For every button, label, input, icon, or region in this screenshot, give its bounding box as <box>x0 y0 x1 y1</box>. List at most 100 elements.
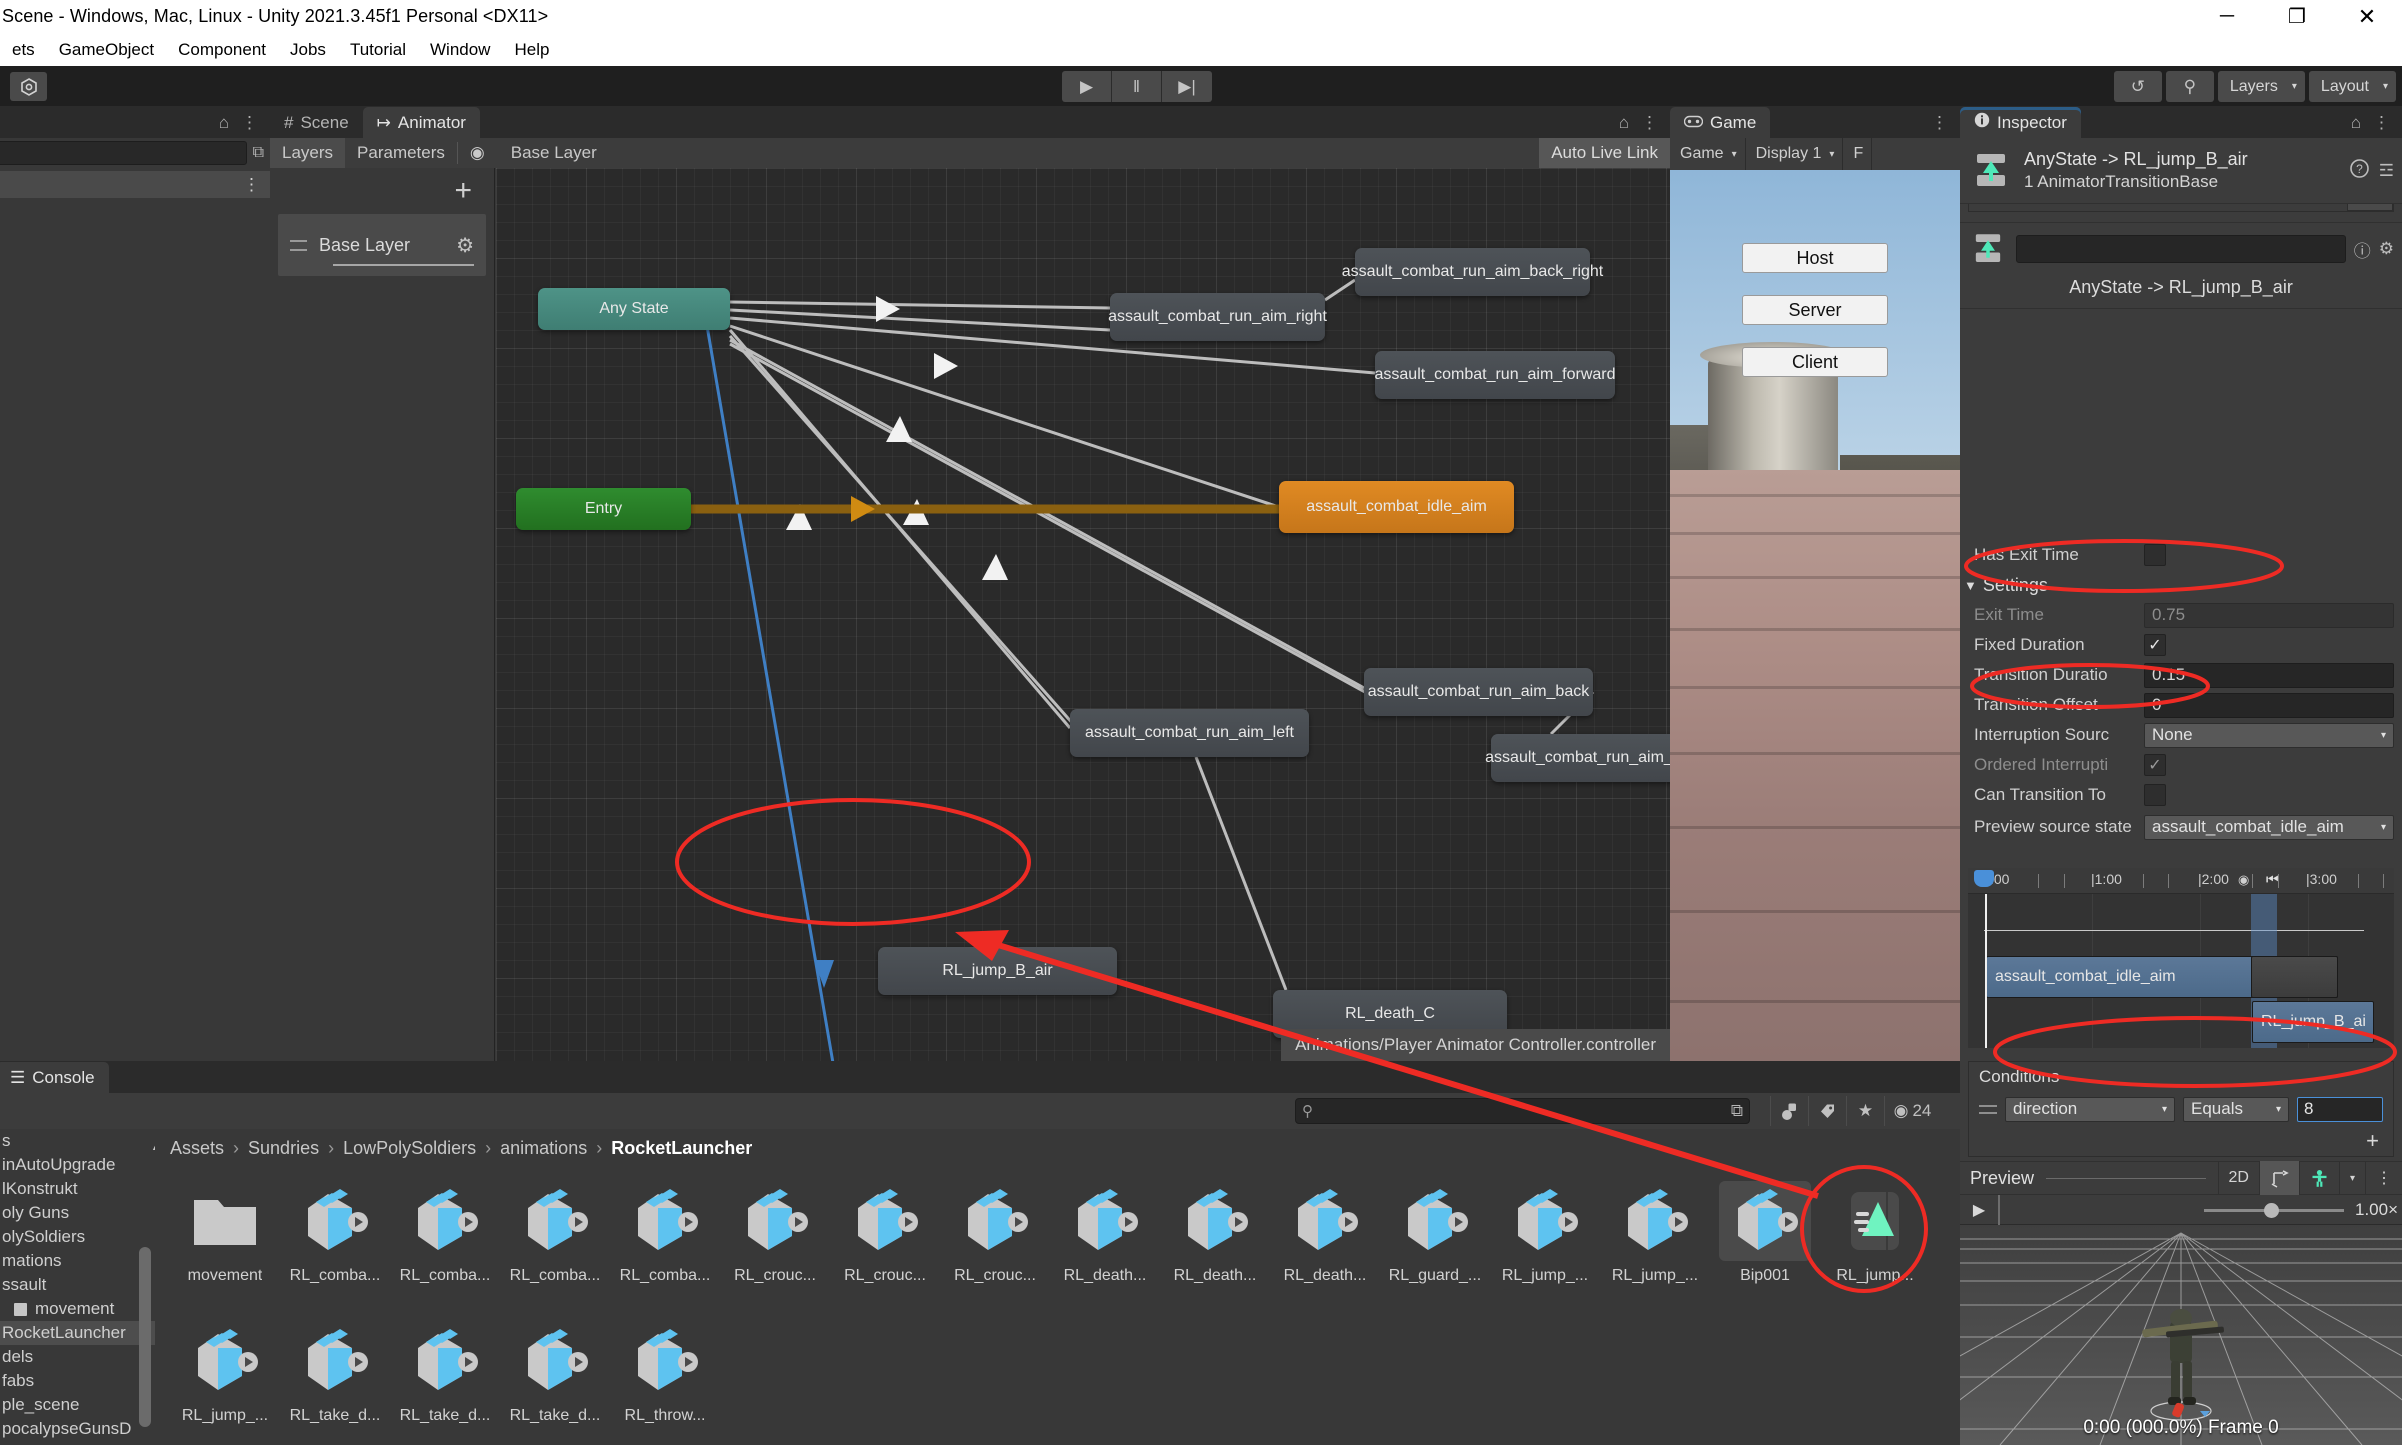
preview-gizmo-icon[interactable] <box>2258 1161 2299 1195</box>
tree-item[interactable]: fabs <box>0 1369 155 1393</box>
lock-icon[interactable]: ⌂ <box>1619 113 1629 133</box>
state-node-run-aim-left[interactable]: assault_combat_run_aim_left <box>1070 709 1309 757</box>
asset-cell[interactable]: RL_comba... <box>500 1167 610 1307</box>
lock-icon[interactable]: ⌂ <box>2351 113 2361 133</box>
animator-parameters-tab[interactable]: Parameters <box>345 138 457 168</box>
game-view-type-dropdown[interactable]: Game ▾ <box>1670 138 1746 170</box>
help-icon[interactable]: ⓘ <box>2354 237 2371 262</box>
hierarchy-search-input[interactable] <box>0 141 247 165</box>
breadcrumb-assets[interactable]: Assets <box>170 1138 224 1159</box>
asset-cell[interactable]: RL_take_d... <box>500 1307 610 1445</box>
state-node-rl-jump-b-air[interactable]: RL_jump_B_air <box>878 947 1117 995</box>
interruption-source-dropdown[interactable]: None ▾ <box>2144 722 2394 748</box>
condition-value-input[interactable]: 8 <box>2297 1096 2383 1122</box>
tab-scene[interactable]: # Scene <box>270 107 363 138</box>
playhead-handle[interactable] <box>1974 870 1994 887</box>
label-filter-icon[interactable] <box>1808 1096 1846 1126</box>
breadcrumb-sundries[interactable]: Sundries <box>248 1138 319 1159</box>
timeline-playhead[interactable] <box>1985 894 1987 1048</box>
preview-2d-toggle[interactable]: 2D <box>2217 1161 2259 1195</box>
tab-inspector[interactable]: Inspector <box>1960 107 2081 138</box>
tab-console[interactable]: ☰ Console <box>0 1062 109 1093</box>
preview-menu-icon[interactable]: ⋮ <box>2365 1161 2402 1195</box>
auto-live-link-button[interactable]: Auto Live Link <box>1539 138 1670 168</box>
breadcrumb-rocketlauncher[interactable]: RocketLauncher <box>611 1138 752 1159</box>
state-node-run-aim-back-right[interactable]: assault_combat_run_aim_back_right <box>1342 248 1603 296</box>
game-display-dropdown[interactable]: Display 1 ▾ <box>1746 138 1844 170</box>
state-node-run-aim-right[interactable]: assault_combat_run_aim_right <box>1108 293 1327 341</box>
asset-cell[interactable]: RL_jump_... <box>170 1307 280 1445</box>
animator-state-graph[interactable]: Any State Entry assault_combat_run_aim_b… <box>496 168 1670 1061</box>
transition-name-input[interactable] <box>2016 235 2346 263</box>
tree-item-rocketlauncher[interactable]: RocketLauncher <box>0 1321 155 1345</box>
preset-icon[interactable]: ☲ <box>2379 161 2394 181</box>
panel-menu-icon[interactable]: ⋮ <box>1931 113 1948 133</box>
help-icon[interactable]: ? <box>2349 158 2369 183</box>
preview-viewport[interactable]: 0:00 (000.0%) Frame 0 <box>1960 1225 2402 1445</box>
state-node-any-state[interactable]: Any State <box>538 288 730 330</box>
preview-speed-slider[interactable] <box>2204 1203 2344 1218</box>
scroll-up-arrow-icon[interactable]: ▲ <box>150 1137 155 1153</box>
menu-item-assets[interactable]: ets <box>0 40 47 60</box>
history-icon[interactable]: ↺ <box>2113 71 2162 102</box>
favorite-star-icon[interactable]: ★ <box>1846 1096 1884 1126</box>
timeline-body[interactable]: assault_combat_idle_aim RL_jump_B_ai <box>1968 894 2394 1048</box>
animator-layers-tab[interactable]: Layers <box>270 138 346 168</box>
timeline-clip-dest[interactable]: RL_jump_B_ai <box>2252 1001 2374 1043</box>
breadcrumb-lowpolysoldiers[interactable]: LowPolySoldiers <box>343 1138 476 1159</box>
maximize-button[interactable]: ❐ <box>2262 0 2332 33</box>
expand-icon[interactable]: ⧉ <box>253 144 264 162</box>
pause-button[interactable]: ‖ <box>1112 71 1162 102</box>
state-node-run-aim-back-left[interactable]: assault_combat_run_aim_back_left <box>1485 734 1670 782</box>
menu-item-help[interactable]: Help <box>502 40 561 60</box>
asset-cell[interactable]: RL_take_d... <box>390 1307 500 1445</box>
step-button[interactable]: ▶| <box>1162 71 1212 102</box>
settings-foldout[interactable]: ▼ Settings <box>1960 570 2402 600</box>
exit-time-input[interactable]: 0.75 <box>2144 602 2394 628</box>
transition-duration-input[interactable]: 0.15 <box>2144 662 2394 688</box>
gear-icon[interactable]: ⚙ <box>2379 239 2394 259</box>
tree-item[interactable]: oly Guns <box>0 1201 155 1225</box>
tree-item[interactable]: pocalypseGunsD <box>0 1417 155 1441</box>
add-condition-button[interactable]: + <box>2366 1128 2379 1154</box>
menu-item-window[interactable]: Window <box>418 40 502 60</box>
preview-source-state-dropdown[interactable]: assault_combat_idle_aim ▾ <box>2144 814 2394 840</box>
layers-dropdown[interactable]: Layers ▾ <box>2217 71 2305 102</box>
asset-cell[interactable]: RL_death... <box>1050 1167 1160 1307</box>
search-icon[interactable]: ⚲ <box>2165 71 2214 102</box>
has-exit-time-checkbox[interactable] <box>2144 544 2166 566</box>
tree-item[interactable]: mations <box>0 1249 155 1273</box>
client-button[interactable]: Client <box>1742 347 1888 377</box>
asset-cell[interactable]: RL_crouc... <box>940 1167 1050 1307</box>
close-button[interactable]: ✕ <box>2332 0 2402 33</box>
asset-cell[interactable]: RL_crouc... <box>830 1167 940 1307</box>
slider-knob[interactable] <box>2264 1203 2279 1218</box>
menu-item-component[interactable]: Component <box>166 40 278 60</box>
lock-icon[interactable]: ⌂ <box>219 113 229 133</box>
state-node-run-aim-forward[interactable]: assault_combat_run_aim_forward <box>1375 351 1616 399</box>
asset-cell[interactable]: RL_jump_... <box>1600 1167 1710 1307</box>
expand-icon[interactable]: ⧉ <box>1731 1101 1743 1121</box>
tree-item[interactable]: ssault <box>0 1273 155 1297</box>
object-filter-icon[interactable] <box>1770 1096 1808 1126</box>
layer-item-base[interactable]: Base Layer ⚙ <box>278 214 486 276</box>
asset-cell[interactable]: Bip001 <box>1710 1167 1820 1307</box>
tree-item[interactable]: ple_scene <box>0 1393 155 1417</box>
scene-menu-icon[interactable]: ⋮ <box>243 175 270 195</box>
condition-comparison-dropdown[interactable]: Equals ▾ <box>2183 1096 2289 1122</box>
asset-cell[interactable]: RL_throw... <box>610 1307 720 1445</box>
asset-cell[interactable]: RL_comba... <box>610 1167 720 1307</box>
menu-item-gameobject[interactable]: GameObject <box>47 40 166 60</box>
transition-timeline[interactable]: :00 |1:00 |2:00 |3:00 ◉ ⏮ assault_combat… <box>1968 868 2394 1048</box>
asset-cell[interactable]: RL_jump... <box>1820 1167 1930 1307</box>
animator-breadcrumb[interactable]: Base Layer <box>497 138 617 168</box>
transition-offset-input[interactable]: 0 <box>2144 692 2394 718</box>
project-asset-grid[interactable]: movement RL_comba... RL_comba... RL_comb… <box>170 1167 1960 1445</box>
can-transition-to-self-checkbox[interactable] <box>2144 784 2166 806</box>
asset-cell[interactable]: RL_comba... <box>390 1167 500 1307</box>
panel-menu-icon[interactable]: ⋮ <box>1641 113 1658 133</box>
unity-cloud-icon[interactable] <box>10 72 47 101</box>
menu-item-tutorial[interactable]: Tutorial <box>338 40 418 60</box>
eye-icon[interactable]: ◉ <box>458 138 497 168</box>
tree-item[interactable]: lKonstrukt <box>0 1177 155 1201</box>
